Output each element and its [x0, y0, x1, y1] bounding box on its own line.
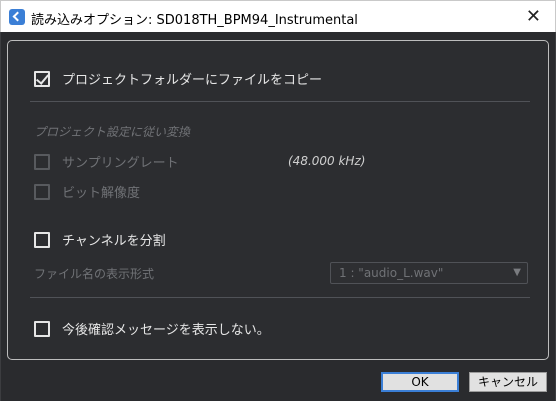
- sample-rate-checkbox[interactable]: [34, 153, 50, 170]
- bit-depth-label: ビット解像度: [62, 186, 141, 201]
- sample-rate-label: サンプリングレート: [62, 156, 179, 171]
- sample-rate-value: (48.000 kHz): [288, 154, 366, 168]
- ok-button[interactable]: OK: [381, 372, 459, 392]
- close-icon[interactable]: ✕: [526, 6, 541, 27]
- dont-show-again-label: 今後確認メッセージを表示しない。: [62, 323, 270, 338]
- file-name-format-value: 1 : "audio_L.wav": [339, 266, 444, 280]
- dont-show-again-checkbox[interactable]: [34, 320, 50, 337]
- copy-to-project-checkbox[interactable]: [34, 70, 50, 87]
- dont-show-again-option[interactable]: 今後確認メッセージを表示しない。: [34, 319, 270, 338]
- file-name-format-select[interactable]: 1 : "audio_L.wav" ▼: [330, 262, 528, 284]
- split-channels-option[interactable]: チャンネルを分割: [34, 230, 166, 249]
- cancel-button[interactable]: キャンセル: [469, 372, 547, 392]
- cubase-logo-icon: [9, 9, 25, 25]
- options-panel: プロジェクトフォルダーにファイルをコピー プロジェクト設定に従い変換 サンプリン…: [7, 40, 549, 360]
- copy-to-project-option[interactable]: プロジェクトフォルダーにファイルをコピー: [34, 69, 322, 88]
- dialog-body: プロジェクトフォルダーにファイルをコピー プロジェクト設定に従い変換 サンプリン…: [0, 32, 556, 401]
- chevron-down-icon: ▼: [513, 267, 521, 278]
- sample-rate-option[interactable]: サンプリングレート: [34, 152, 179, 171]
- divider: [30, 101, 530, 102]
- file-name-format-label: ファイル名の表示形式: [34, 267, 155, 281]
- bit-depth-checkbox[interactable]: [34, 183, 50, 200]
- split-channels-checkbox[interactable]: [34, 231, 50, 248]
- divider: [30, 297, 530, 298]
- copy-to-project-label: プロジェクトフォルダーにファイルをコピー: [62, 73, 323, 88]
- split-channels-label: チャンネルを分割: [62, 234, 166, 249]
- title-bar: 読み込みオプション: SD018TH_BPM94_Instrumental ✕: [0, 0, 556, 32]
- window-title: 読み込みオプション: SD018TH_BPM94_Instrumental: [31, 13, 358, 28]
- bit-depth-option[interactable]: ビット解像度: [34, 182, 140, 201]
- convert-section-label: プロジェクト設定に従い変換: [34, 125, 191, 139]
